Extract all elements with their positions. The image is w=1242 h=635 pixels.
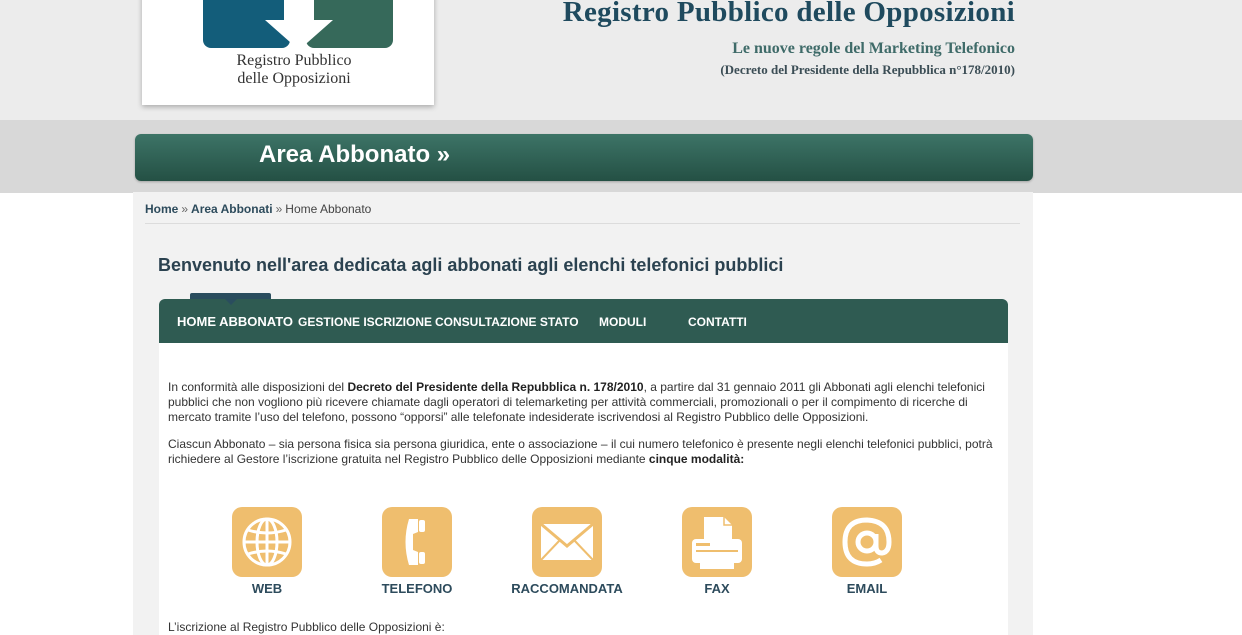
decree-reference: Decreto del Presidente della Repubblica …: [347, 380, 644, 394]
envelope-icon: [532, 507, 602, 577]
modality-raccomandata[interactable]: RACCOMANDATA: [492, 507, 642, 596]
modality-label: EMAIL: [846, 581, 888, 596]
tab-contatti[interactable]: CONTATTI: [688, 315, 747, 329]
breadcrumb: Home» Area Abbonati» Home Abbonato: [145, 202, 371, 216]
fax-icon: [682, 507, 752, 577]
divider: [145, 223, 1020, 224]
logo-line-1: Registro Pubblico: [236, 52, 352, 69]
modality-telefono[interactable]: TELEFONO: [342, 507, 492, 596]
breadcrumb-current: Home Abbonato: [285, 202, 372, 216]
tab-gestione-iscrizione[interactable]: GESTIONE ISCRIZIONE: [298, 315, 432, 329]
area-banner: Area Abbonato »: [135, 134, 1033, 181]
modality-label: WEB: [251, 581, 283, 596]
site-subtitle: Le nuove regole del Marketing Telefonico: [732, 40, 1015, 57]
modality-label: TELEFONO: [381, 581, 453, 596]
modality-label: RACCOMANDATA: [511, 581, 623, 596]
modalities-text: Ciascun Abbonato – sia persona fisica si…: [168, 437, 993, 466]
modality-fax[interactable]: FAX: [642, 507, 792, 596]
intro-paragraph: In conformità alle disposizioni del Decr…: [168, 380, 993, 425]
tab-consultazione-stato[interactable]: CONSULTAZIONE STATO: [435, 315, 579, 329]
breadcrumb-separator: »: [181, 202, 189, 216]
area-banner-label[interactable]: Area Abbonato »: [259, 141, 450, 169]
modality-email[interactable]: EMAIL: [792, 507, 942, 596]
logo-text: Registro Pubblico delle Opposizioni: [151, 52, 437, 88]
page-title: Benvenuto nell'area dedicata agli abbona…: [158, 255, 784, 275]
tab-moduli[interactable]: MODULI: [599, 315, 646, 329]
phone-icon: [382, 507, 452, 577]
modalities-paragraph: Ciascun Abbonato – sia persona fisica si…: [168, 437, 993, 467]
at-sign-icon: [832, 507, 902, 577]
logo-line-2: delle Opposizioni: [237, 70, 351, 87]
logo-arrow-icon: [203, 0, 393, 50]
globe-icon: [232, 507, 302, 577]
site-logo[interactable]: Registro Pubblico delle Opposizioni: [142, 0, 434, 105]
breadcrumb-separator: »: [275, 202, 283, 216]
modalities-emphasis: cinque modalità:: [648, 452, 745, 466]
active-tab-arrow: [225, 299, 237, 305]
registration-intro-text: L’iscrizione al Registro Pubblico delle …: [168, 620, 445, 634]
site-title: Registro Pubblico delle Opposizioni: [562, 0, 1015, 28]
site-decree: (Decreto del Presidente della Repubblica…: [720, 62, 1015, 77]
intro-text: In conformità alle disposizioni del: [168, 380, 348, 394]
tab-home-abbonato[interactable]: HOME ABBONATO: [177, 314, 293, 329]
breadcrumb-area-abbonati[interactable]: Area Abbonati: [191, 202, 273, 216]
modality-web[interactable]: WEB: [192, 507, 342, 596]
breadcrumb-home[interactable]: Home: [145, 202, 178, 216]
modality-label: FAX: [704, 581, 730, 596]
